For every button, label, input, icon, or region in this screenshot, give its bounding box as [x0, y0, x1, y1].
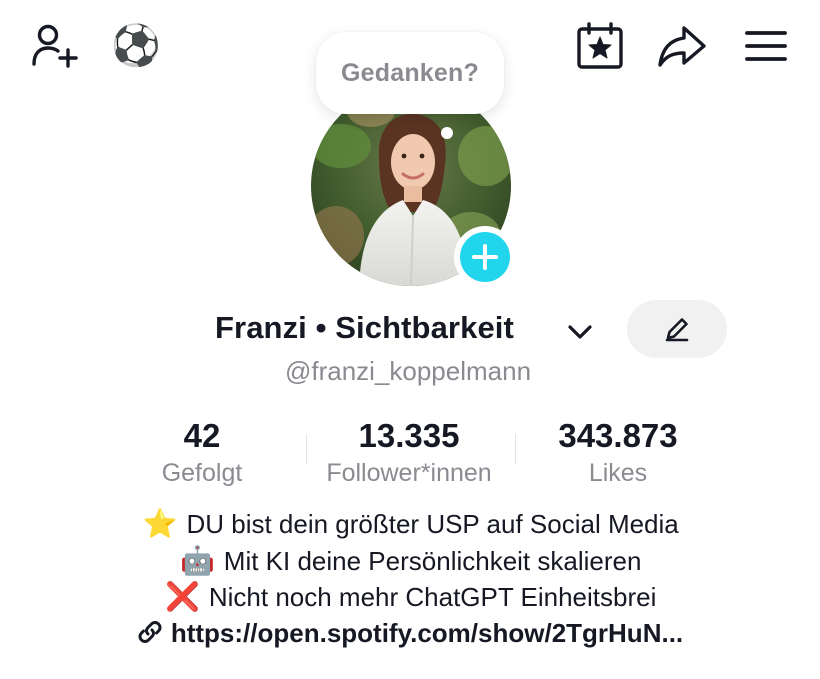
display-name[interactable]: Franzi • Sichtbarkeit [215, 310, 514, 346]
thought-bubble[interactable]: Gedanken? [316, 32, 504, 114]
profile-stats: 42 Gefolgt 13.335 Follower*innen 343.873… [0, 416, 820, 496]
thought-bubble-tail [441, 127, 453, 139]
stat-followers[interactable]: 13.335 Follower*innen [308, 416, 510, 490]
pencil-icon [665, 318, 689, 342]
stat-divider [306, 434, 307, 464]
calendar-star-icon [577, 22, 623, 69]
stat-value: 343.873 [558, 417, 678, 454]
menu-icon [745, 31, 787, 61]
share-icon [658, 26, 706, 67]
bio-line: ⭐ DU bist dein größter USP auf Social Me… [0, 506, 820, 543]
cross-mark-icon: ❌ [165, 580, 201, 613]
stat-value: 42 [183, 417, 221, 454]
add-friend-icon [32, 24, 78, 68]
profile-name-row: Franzi • Sichtbarkeit [0, 300, 820, 358]
share-button[interactable] [652, 20, 712, 72]
bio-text: Mit KI deine Persönlichkeit skalieren [223, 545, 642, 576]
star-icon: ⭐ [142, 507, 178, 540]
chevron-down-icon[interactable] [566, 318, 594, 346]
stat-label: Gefolgt [161, 459, 243, 487]
stat-label: Likes [588, 459, 648, 487]
add-friend-button[interactable] [26, 20, 82, 72]
menu-button[interactable] [738, 20, 794, 72]
calendar-button[interactable] [572, 20, 628, 72]
bio-line: 🤖 Mit KI deine Persönlichkeit skalieren [0, 543, 820, 580]
bio-line: ❌ Nicht noch mehr ChatGPT Einheitsbrei [0, 579, 820, 616]
soccer-ball-icon: ⚽ [111, 23, 161, 69]
add-story-button[interactable] [454, 226, 516, 288]
stat-likes[interactable]: 343.873 Likes [528, 416, 708, 490]
stat-following[interactable]: 42 Gefolgt [142, 416, 262, 490]
robot-icon: 🤖 [180, 543, 215, 577]
edit-profile-button[interactable] [627, 300, 727, 358]
stat-value: 13.335 [358, 417, 460, 454]
username: @franzi_koppelmann [284, 356, 532, 386]
bio-link-text: https://open.spotify.com/show/2TgrHuN... [170, 618, 684, 648]
stat-divider [515, 434, 516, 464]
stat-label: Follower*innen [326, 459, 492, 487]
soccer-ball-emoji-button[interactable]: ⚽ [108, 20, 164, 72]
thought-bubble-text: Gedanken? [341, 58, 479, 87]
bio-link[interactable]: https://open.spotify.com/show/2TgrHuN... [0, 618, 820, 649]
bio-text: DU bist dein größter USP auf Social Medi… [186, 509, 679, 539]
link-icon [138, 621, 162, 643]
plus-icon [460, 232, 510, 282]
bio: ⭐ DU bist dein größter USP auf Social Me… [0, 506, 820, 616]
bio-text: Nicht noch mehr ChatGPT Einheitsbrei [208, 582, 657, 612]
